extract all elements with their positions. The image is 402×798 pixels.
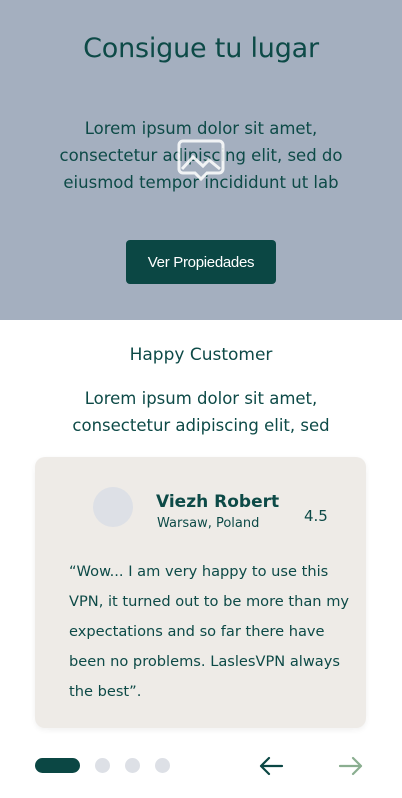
arrow-right-icon[interactable] bbox=[338, 754, 364, 778]
pagination-dot-active[interactable] bbox=[35, 758, 80, 773]
pagination-dot[interactable] bbox=[95, 758, 110, 773]
customer-name: Viezh Robert bbox=[156, 492, 280, 512]
view-properties-button[interactable]: Ver Propiedades bbox=[126, 240, 276, 284]
customer-rating: 4.5 bbox=[304, 507, 328, 525]
hero-section: Consigue tu lugar Lorem ipsum dolor sit … bbox=[0, 0, 402, 320]
image-placeholder-icon bbox=[177, 139, 225, 181]
hero-title: Consigue tu lugar bbox=[83, 33, 319, 64]
customer-location: Warsaw, Poland bbox=[157, 516, 260, 531]
testimonial-card: Viezh Robert Warsaw, Poland 4.5 “Wow... … bbox=[35, 457, 366, 728]
pagination-dot[interactable] bbox=[125, 758, 140, 773]
avatar bbox=[93, 487, 133, 527]
section-description: Lorem ipsum dolor sit amet, consectetur … bbox=[72, 389, 330, 435]
testimonial-quote: “Wow... I am very happy to use this VPN,… bbox=[69, 563, 350, 700]
arrow-left-icon[interactable] bbox=[258, 754, 284, 778]
section-title: Happy Customer bbox=[129, 345, 273, 365]
pagination-dot[interactable] bbox=[155, 758, 170, 773]
